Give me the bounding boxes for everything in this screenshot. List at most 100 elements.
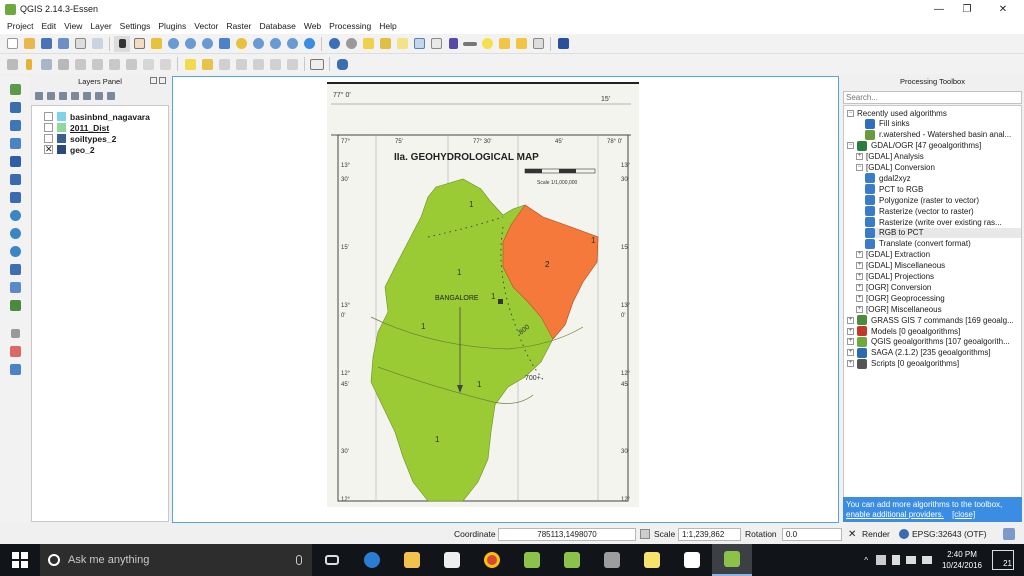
- csw-icon[interactable]: [309, 56, 325, 72]
- menu-project[interactable]: Project: [3, 21, 37, 31]
- add-db2-layer-icon[interactable]: [7, 190, 23, 205]
- scale-combo[interactable]: 1:1,239,862: [678, 527, 741, 541]
- label-abc-icon[interactable]: [182, 56, 198, 72]
- remove-layer-icon[interactable]: [107, 92, 115, 100]
- toolbox-tree-item[interactable]: + QGIS geoalgorithms [107 geoalgorith...: [847, 336, 1021, 347]
- collapse-icon[interactable]: −: [847, 142, 854, 150]
- print-composer-icon[interactable]: [72, 36, 88, 52]
- toolbox-tree-item[interactable]: Polygonize (raster to vector): [865, 195, 1021, 206]
- file-explorer-app-icon[interactable]: [392, 544, 432, 576]
- toolbox-tree-item[interactable]: + SAGA (2.1.2) [235 geoalgorithms]: [847, 347, 1021, 358]
- add-wcs-layer-icon[interactable]: [7, 226, 23, 241]
- attribute-table-icon[interactable]: [411, 36, 427, 52]
- toggle-editing-icon[interactable]: [21, 56, 37, 72]
- layer-item[interactable]: 2011_Dist: [44, 122, 109, 133]
- app-window-icon[interactable]: [592, 544, 632, 576]
- toolbox-tree-item[interactable]: RGB to PCT: [865, 227, 1021, 238]
- measure-icon[interactable]: [462, 36, 478, 52]
- render-checkbox[interactable]: ✕: [848, 529, 856, 540]
- move-feature-icon[interactable]: [72, 56, 88, 72]
- menu-database[interactable]: Database: [255, 21, 299, 31]
- coordinate-field[interactable]: 785113,1498070: [498, 527, 636, 541]
- expand-icon[interactable]: +: [856, 262, 863, 270]
- qgis-active-app-icon[interactable]: [712, 544, 752, 576]
- enable-providers-link[interactable]: enable additional providers.: [846, 510, 944, 519]
- composer-manager-icon[interactable]: [89, 36, 105, 52]
- toolbox-tree-item[interactable]: + GRASS GIS 7 commands [169 geoalg...: [847, 315, 1021, 326]
- sticky-notes-app-icon[interactable]: [632, 544, 672, 576]
- layer-visibility-checkbox[interactable]: [44, 134, 53, 143]
- menu-help[interactable]: Help: [375, 21, 400, 31]
- style-manager-icon[interactable]: [35, 92, 43, 100]
- label-rotate-icon[interactable]: [267, 56, 283, 72]
- clock[interactable]: 2:40 PM 10/24/2016: [942, 549, 982, 571]
- expand-icon[interactable]: +: [847, 349, 854, 357]
- toolbox-tree-item[interactable]: + [OGR] Conversion: [856, 282, 1021, 292]
- toolbox-tree-item[interactable]: Fill sinks: [865, 118, 1021, 129]
- add-wfs-layer-icon[interactable]: [7, 244, 23, 259]
- coordinate-toggle-icon[interactable]: [640, 529, 650, 539]
- paste-features-icon[interactable]: [157, 56, 173, 72]
- open-project-icon[interactable]: [21, 36, 37, 52]
- add-vector-layer-icon[interactable]: [7, 82, 23, 97]
- close-notice-link[interactable]: [close]: [952, 510, 975, 519]
- cortana-search-box[interactable]: Ask me anything: [40, 544, 312, 576]
- label-pin-2-icon[interactable]: [233, 56, 249, 72]
- microphone-icon[interactable]: [296, 555, 302, 565]
- menu-web[interactable]: Web: [300, 21, 325, 31]
- add-mssql-layer-icon[interactable]: [7, 154, 23, 169]
- close-button[interactable]: ✕: [986, 0, 1020, 18]
- show-bookmarks-icon[interactable]: [513, 36, 529, 52]
- toolbox-tree-item[interactable]: − Recently used algorithms: [847, 108, 1021, 118]
- layer-visibility-checkbox[interactable]: [44, 112, 53, 121]
- add-raster-layer-icon[interactable]: [7, 100, 23, 115]
- add-postgis-layer-icon[interactable]: [7, 118, 23, 133]
- help-icon[interactable]: [555, 36, 571, 52]
- toolbox-tree-item[interactable]: + [OGR] Miscellaneous: [856, 304, 1021, 314]
- save-project-icon[interactable]: [38, 36, 54, 52]
- menu-view[interactable]: View: [60, 21, 86, 31]
- close-panel-icon[interactable]: [159, 77, 166, 84]
- field-calculator-icon[interactable]: [428, 36, 444, 52]
- toolbox-tree-item[interactable]: Rasterize (write over existing ras...: [865, 217, 1021, 227]
- restore-button[interactable]: ❐: [950, 0, 984, 18]
- start-button[interactable]: [0, 544, 40, 576]
- chrome-app-icon[interactable]: [472, 544, 512, 576]
- filter-legend-icon[interactable]: [59, 92, 67, 100]
- qgis-app-icon[interactable]: [512, 544, 552, 576]
- toolbox-tree-item[interactable]: r.watershed - Watershed basin anal...: [865, 129, 1021, 140]
- zoom-selection-icon[interactable]: [233, 36, 249, 52]
- zoom-layer-icon[interactable]: [250, 36, 266, 52]
- network-icon[interactable]: [905, 556, 916, 564]
- delete-selected-icon[interactable]: [106, 56, 122, 72]
- save-edits-icon[interactable]: [38, 56, 54, 72]
- qgis-app-icon[interactable]: [552, 544, 592, 576]
- current-edits-icon[interactable]: [4, 56, 20, 72]
- layer-item[interactable]: basinbnd_nagavara: [44, 111, 150, 122]
- toolbox-tree-item[interactable]: + [GDAL] Miscellaneous: [856, 261, 1021, 271]
- collapse-icon[interactable]: −: [856, 164, 863, 171]
- toolbox-tree-item[interactable]: + [GDAL] Extraction: [856, 250, 1021, 260]
- zoom-out-icon[interactable]: [182, 36, 198, 52]
- expand-icon[interactable]: +: [856, 251, 863, 259]
- collapse-icon[interactable]: −: [847, 109, 854, 117]
- zoom-full-icon[interactable]: [216, 36, 232, 52]
- deselect-icon[interactable]: [394, 36, 410, 52]
- crs-status[interactable]: EPSG:32643 (OTF): [912, 529, 987, 539]
- text-annotation-icon[interactable]: [530, 36, 546, 52]
- expand-icon[interactable]: +: [847, 360, 854, 368]
- action-center-icon[interactable]: 21: [992, 550, 1014, 570]
- action-icon[interactable]: [343, 36, 359, 52]
- store-app-icon[interactable]: [432, 544, 472, 576]
- add-feature-icon[interactable]: [55, 56, 71, 72]
- toolbox-tree-item[interactable]: Translate (convert format): [865, 238, 1021, 249]
- toolbox-tree-item[interactable]: + Models [0 geoalgorithms]: [847, 326, 1021, 336]
- new-bookmark-icon[interactable]: [496, 36, 512, 52]
- copy-features-icon[interactable]: [140, 56, 156, 72]
- toolbox-tree-item[interactable]: + Scripts [0 geoalgorithms]: [847, 358, 1021, 369]
- layer-visibility-checkbox[interactable]: ✕: [44, 145, 53, 154]
- label-pin-icon[interactable]: [199, 56, 215, 72]
- expand-icon[interactable]: +: [856, 283, 863, 291]
- zoom-actual-icon[interactable]: [199, 36, 215, 52]
- toolbox-search-input[interactable]: [843, 91, 1022, 104]
